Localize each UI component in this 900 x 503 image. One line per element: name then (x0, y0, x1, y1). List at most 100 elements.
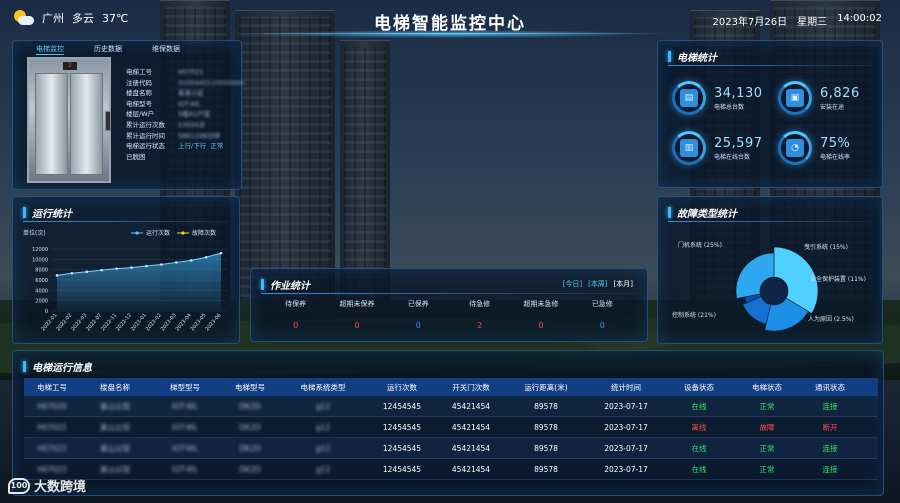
column-header[interactable]: 电梯型号 (220, 382, 280, 393)
run-stats-panel: 运行统计 单位(次) 运行次数 故障次数 0 2000 4000 6000 8000 10000… (12, 196, 240, 344)
elevator-icon: ▤ (672, 81, 706, 115)
column-header[interactable]: 电梯状态 (734, 382, 800, 393)
table-cell: g12 (315, 401, 331, 411)
info-label: 楼层/W户 (126, 110, 155, 119)
stat-label: 电梯在线率 (820, 153, 851, 161)
data-point[interactable] (189, 259, 193, 262)
column-header[interactable]: 梯型型号 (150, 382, 220, 393)
table-cell: 离线 (691, 422, 707, 432)
info-value: 5861198分钟 (178, 131, 220, 140)
info-label: 电梯运行状态 (126, 142, 165, 151)
table-cell: g12 (315, 464, 331, 474)
y-tick-label: 2000 (35, 299, 48, 305)
table-cell: DK2D (239, 443, 261, 453)
data-point[interactable] (160, 263, 163, 266)
info-label: 电梯型号 (126, 99, 152, 108)
elevator-info-list: 电梯工号 H07021 注册代码 3100440110000000 楼盘名称 某某小区… (126, 67, 244, 162)
y-unit-label: 单位(次) (23, 229, 46, 237)
info-row: 累计运行次数 23555次 (126, 120, 244, 131)
data-point[interactable] (115, 267, 118, 270)
stat-total: ▤ 34,130 电梯总台数 (672, 81, 763, 115)
elevator-status-table: 电梯工号 楼盘名称 梯型型号 电梯型号 电梯系统类型 运行次数 开关门次数 运行距离(米) 统计… (24, 378, 878, 480)
table-cell: 连接 (822, 464, 838, 474)
legend-label[interactable]: 运行次数 (146, 229, 170, 237)
floor-indicator: 2 (63, 62, 77, 70)
job-period-tabs: [今日] [本周] [本月] (563, 279, 633, 289)
y-tick-label: 4000 (35, 288, 48, 294)
pie-label: 门机系统 (25%) (678, 241, 722, 249)
job-stat-label: 超期未保养 (339, 300, 375, 308)
column-header[interactable]: 运行次数 (366, 382, 438, 393)
info-value: 23555次 (178, 120, 206, 129)
elevator-tabs: 电梯监控 历史数据 维保数据 (36, 44, 180, 55)
tab-month[interactable]: [本月] (614, 279, 633, 289)
data-point[interactable] (100, 268, 104, 272)
tab-maintenance[interactable]: 维保数据 (152, 44, 180, 55)
watermark-text: 大数跨境 (34, 480, 87, 495)
data-point[interactable] (85, 270, 89, 274)
column-header[interactable]: 电梯系统类型 (280, 382, 366, 393)
data-point[interactable] (55, 274, 59, 277)
table-cell: DK2D (239, 401, 261, 411)
info-label: 电梯工号 (126, 68, 152, 76)
table-cell: 12454545 (382, 422, 422, 432)
table-body: H07020 某山公馆 IOT-WL DK2D g12 12454545 45421454 8… (24, 396, 878, 480)
data-point[interactable] (174, 261, 178, 264)
tab-monitor[interactable]: 电梯监控 (36, 44, 64, 55)
legend-label[interactable]: 故障次数 (192, 229, 216, 237)
column-header[interactable]: 运行距离(米) (504, 382, 588, 393)
table-cell: 89578 (534, 422, 558, 432)
pie-label: 曳引系统 (15%) (804, 243, 848, 251)
info-value: IOT-WL (178, 99, 201, 108)
table-cell: 连接 (822, 401, 838, 411)
data-point[interactable] (219, 251, 223, 255)
table-cell: IOT-WL (171, 422, 198, 432)
data-point[interactable] (70, 271, 74, 275)
job-stat-value: 0 (293, 321, 299, 330)
pie-label: 人为原因 (2.5%) (808, 315, 854, 323)
table-cell: g12 (315, 443, 331, 453)
info-row: 已脱困 (126, 152, 244, 163)
title-divider (261, 293, 637, 294)
table-cell: 45421454 (451, 443, 491, 453)
table-cell: 正常 (759, 464, 775, 474)
column-header[interactable]: 电梯工号 (24, 382, 80, 393)
legend-marker (135, 231, 139, 235)
info-value: 上行/下行 正常 (178, 141, 223, 152)
table-cell: IOT-WL (171, 443, 198, 453)
job-stat-label: 待保养 (285, 300, 307, 308)
info-value: 5楼A1户室 (178, 110, 211, 119)
column-header[interactable]: 开关门次数 (438, 382, 504, 393)
column-header[interactable]: 设备状态 (664, 382, 734, 393)
table-cell: IOT-WL (171, 464, 198, 474)
table-row[interactable]: H07023 某山公馆 IOT-WL DK2D g12 12454545 45421454 8… (24, 459, 878, 480)
info-value: 某某小区 (178, 89, 204, 98)
data-point[interactable] (130, 266, 133, 269)
table-row[interactable]: H07020 某山公馆 IOT-WL DK2D g12 12454545 45421454 8… (24, 396, 878, 417)
run-status-value: 上行/下行 (178, 142, 207, 151)
table-cell: 89578 (534, 401, 558, 411)
job-stat-item: 超期未保养 0 (326, 299, 387, 330)
data-point[interactable] (204, 255, 208, 259)
tab-week[interactable]: [本周] (588, 279, 607, 289)
watermark-logo: 100 (8, 477, 30, 494)
info-label: 注册代码 (126, 78, 152, 87)
tab-today[interactable]: [今日] (563, 279, 582, 289)
table-cell: 某山公馆 (100, 401, 130, 411)
title-bar (261, 279, 264, 290)
panel-title: 运行统计 (23, 205, 72, 220)
table-row[interactable]: H07022 某山公馆 IOT-WL DK2D g12 12454545 45421454 8… (24, 438, 878, 459)
table-row[interactable]: H07021 某山公馆 IOT-WL DK2D g12 12454545 45421454 8… (24, 417, 878, 438)
table-cell: 某山公馆 (100, 422, 130, 432)
title-divider (668, 65, 872, 66)
column-header[interactable]: 楼盘名称 (80, 382, 150, 393)
column-header[interactable]: 通讯状态 (800, 382, 860, 393)
stat-label: 电梯总台数 (714, 103, 745, 111)
column-header[interactable]: 统计时间 (588, 382, 664, 393)
data-point[interactable] (145, 264, 148, 268)
table-cell: 12454545 (382, 443, 422, 453)
pie-label: 控制系统 (21%) (672, 311, 716, 319)
job-stat-label: 超期未急修 (523, 300, 559, 308)
table-header: 电梯工号 楼盘名称 梯型型号 电梯型号 电梯系统类型 运行次数 开关门次数 运行距离(米) 统计… (24, 378, 878, 396)
tab-history[interactable]: 历史数据 (94, 44, 122, 55)
